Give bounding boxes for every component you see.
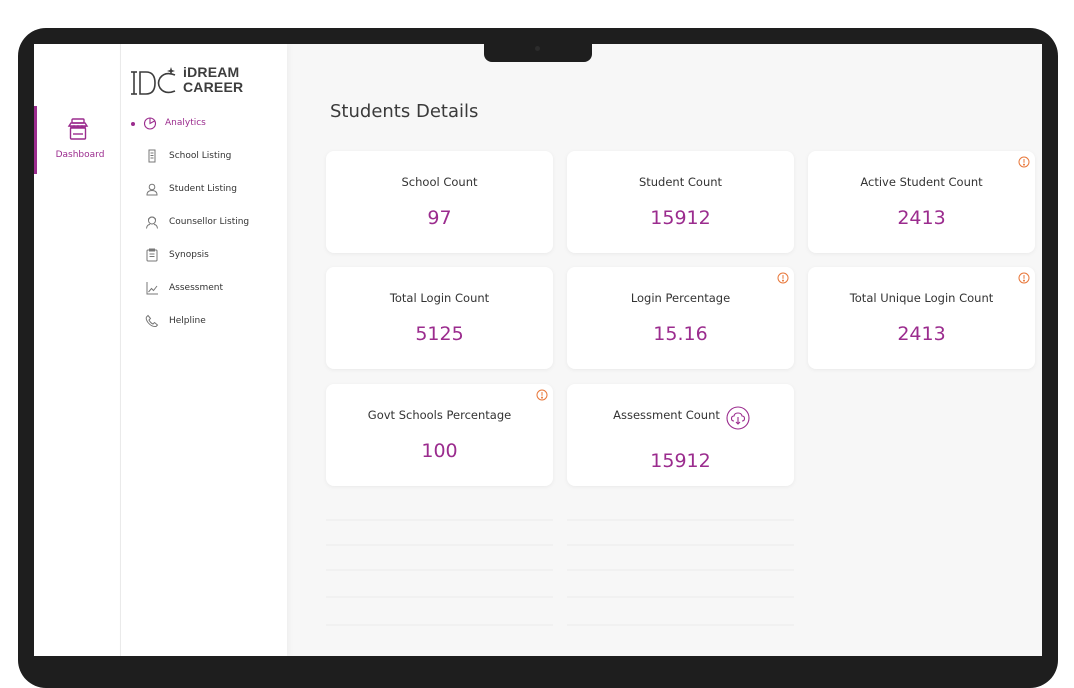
- skeleton-line: [326, 596, 553, 598]
- brand-logo[interactable]: iDREAM CAREER: [131, 64, 271, 98]
- sidebar-item-counsellor-listing[interactable]: Counsellor Listing: [121, 211, 287, 235]
- page-title: Students Details: [330, 101, 479, 122]
- app-screen: Dashboard iDREAM CAREER Analytics School…: [34, 44, 1042, 656]
- card-value: 15912: [650, 207, 711, 229]
- info-icon[interactable]: [1018, 156, 1030, 168]
- sidebar-item-analytics[interactable]: Analytics: [121, 112, 287, 136]
- rail-dashboard-label: Dashboard: [55, 150, 105, 160]
- card-value: 2413: [897, 323, 946, 345]
- stat-card-school-count: School Count 97: [326, 151, 553, 253]
- student-icon: [146, 183, 158, 196]
- sidebar-item-label: Student Listing: [169, 184, 237, 194]
- sidebar-item-student-listing[interactable]: Student Listing: [121, 178, 287, 202]
- skeleton-line: [567, 544, 794, 546]
- info-icon[interactable]: [777, 272, 789, 284]
- card-label: Govt Schools Percentage: [367, 408, 512, 422]
- card-value: 97: [427, 207, 452, 229]
- phone-icon: [145, 314, 159, 328]
- sidebar-item-label: Counsellor Listing: [169, 217, 250, 227]
- sidebar-item-label: Assessment: [169, 283, 223, 293]
- store-icon: [67, 118, 89, 140]
- skeleton-line: [326, 544, 553, 546]
- sidebar-item-label: Synopsis: [169, 250, 209, 260]
- rail-item-dashboard[interactable]: Dashboard: [34, 106, 120, 174]
- skeleton-line: [326, 624, 553, 626]
- stat-card-active-student-count: Active Student Count 2413: [808, 151, 1035, 253]
- card-label: Total Login Count: [389, 291, 490, 305]
- brand-name: iDREAM CAREER: [183, 65, 243, 95]
- brand-line1: iDREAM: [183, 64, 240, 80]
- stat-card-assessment-count: Assessment Count 15912: [567, 384, 794, 486]
- sidebar-item-label: Analytics: [165, 118, 206, 128]
- skeleton-line: [567, 519, 794, 521]
- skeleton-line: [567, 596, 794, 598]
- camera-icon: [535, 46, 540, 51]
- card-label: Total Unique Login Count: [849, 291, 994, 305]
- card-label: Student Count: [638, 175, 723, 189]
- card-value: 15.16: [653, 323, 708, 345]
- counsellor-icon: [146, 216, 158, 229]
- skeleton-line: [326, 569, 553, 571]
- sidebar-item-helpline[interactable]: Helpline: [121, 310, 287, 334]
- card-label: School Count: [401, 175, 478, 189]
- idc-logo-icon: [131, 67, 176, 95]
- card-label: Login Percentage: [630, 291, 731, 305]
- info-icon[interactable]: [536, 389, 548, 401]
- main-content: Students Details School Count 97 Student…: [287, 44, 1042, 656]
- card-label: Active Student Count: [860, 175, 983, 189]
- sidebar-item-label: School Listing: [169, 151, 232, 161]
- card-value: 5125: [415, 323, 464, 345]
- sidebar-item-assessment[interactable]: Assessment: [121, 277, 287, 301]
- skeleton-line: [326, 519, 553, 521]
- info-icon[interactable]: [1018, 272, 1030, 284]
- stat-card-login-percentage: Login Percentage 15.16: [567, 267, 794, 369]
- stat-card-total-login-count: Total Login Count 5125: [326, 267, 553, 369]
- school-icon: [148, 149, 156, 163]
- card-value: 100: [421, 440, 458, 462]
- sidebar-item-label: Helpline: [169, 316, 206, 326]
- active-indicator: [131, 122, 135, 126]
- sidebar: iDREAM CAREER Analytics School Listing S…: [121, 44, 287, 656]
- stat-card-student-count: Student Count 15912: [567, 151, 794, 253]
- card-value: 15912: [650, 450, 711, 472]
- skeleton-line: [567, 624, 794, 626]
- synopsis-icon: [146, 248, 158, 262]
- skeleton-line: [567, 569, 794, 571]
- icon-rail: Dashboard: [34, 44, 121, 656]
- cloud-download-icon[interactable]: [726, 406, 750, 430]
- sidebar-item-school-listing[interactable]: School Listing: [121, 145, 287, 169]
- brand-line2: CAREER: [183, 79, 244, 95]
- analytics-icon: [143, 117, 157, 130]
- stat-card-govt-schools-percentage: Govt Schools Percentage 100: [326, 384, 553, 486]
- assessment-icon: [146, 282, 158, 295]
- card-value: 2413: [897, 207, 946, 229]
- stat-card-total-unique-login-count: Total Unique Login Count 2413: [808, 267, 1035, 369]
- camera-notch: [484, 44, 592, 62]
- sidebar-item-synopsis[interactable]: Synopsis: [121, 244, 287, 268]
